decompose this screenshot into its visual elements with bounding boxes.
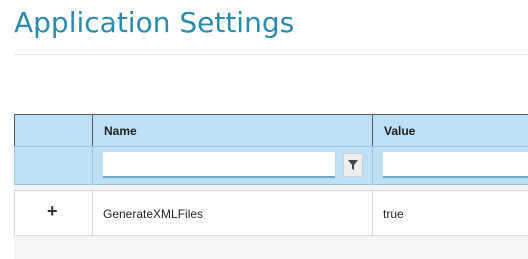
header-expand-column [14, 115, 93, 146]
filter-expand-cell [14, 147, 93, 184]
plus-icon[interactable]: + [47, 201, 58, 221]
value-filter-input[interactable] [383, 152, 528, 178]
name-filter-button[interactable] [343, 153, 363, 177]
funnel-icon [348, 160, 358, 170]
table-row[interactable]: + GenerateXMLFiles true [14, 190, 528, 236]
filter-name-cell [93, 147, 373, 184]
name-filter-input[interactable] [103, 152, 335, 178]
settings-grid: Name Value + GenerateXMLFiles true [14, 114, 528, 259]
filter-value-cell [373, 147, 528, 184]
setting-name: GenerateXMLFiles [103, 207, 204, 221]
header-name-label: Name [104, 124, 137, 138]
application-settings-page: Application Settings Name Value + Genera… [0, 0, 528, 259]
grid-header-row: Name Value [14, 114, 528, 147]
row-name-cell[interactable]: GenerateXMLFiles [93, 191, 373, 235]
grid-filter-row [14, 147, 528, 185]
row-expand-cell: + [14, 191, 93, 235]
header-name-column[interactable]: Name [93, 115, 373, 146]
setting-value: true [383, 207, 404, 221]
header-value-column[interactable]: Value [373, 115, 528, 146]
page-title: Application Settings [14, 6, 295, 39]
row-value-cell[interactable]: true [373, 191, 528, 235]
header-value-label: Value [384, 124, 416, 138]
title-divider [14, 54, 528, 55]
